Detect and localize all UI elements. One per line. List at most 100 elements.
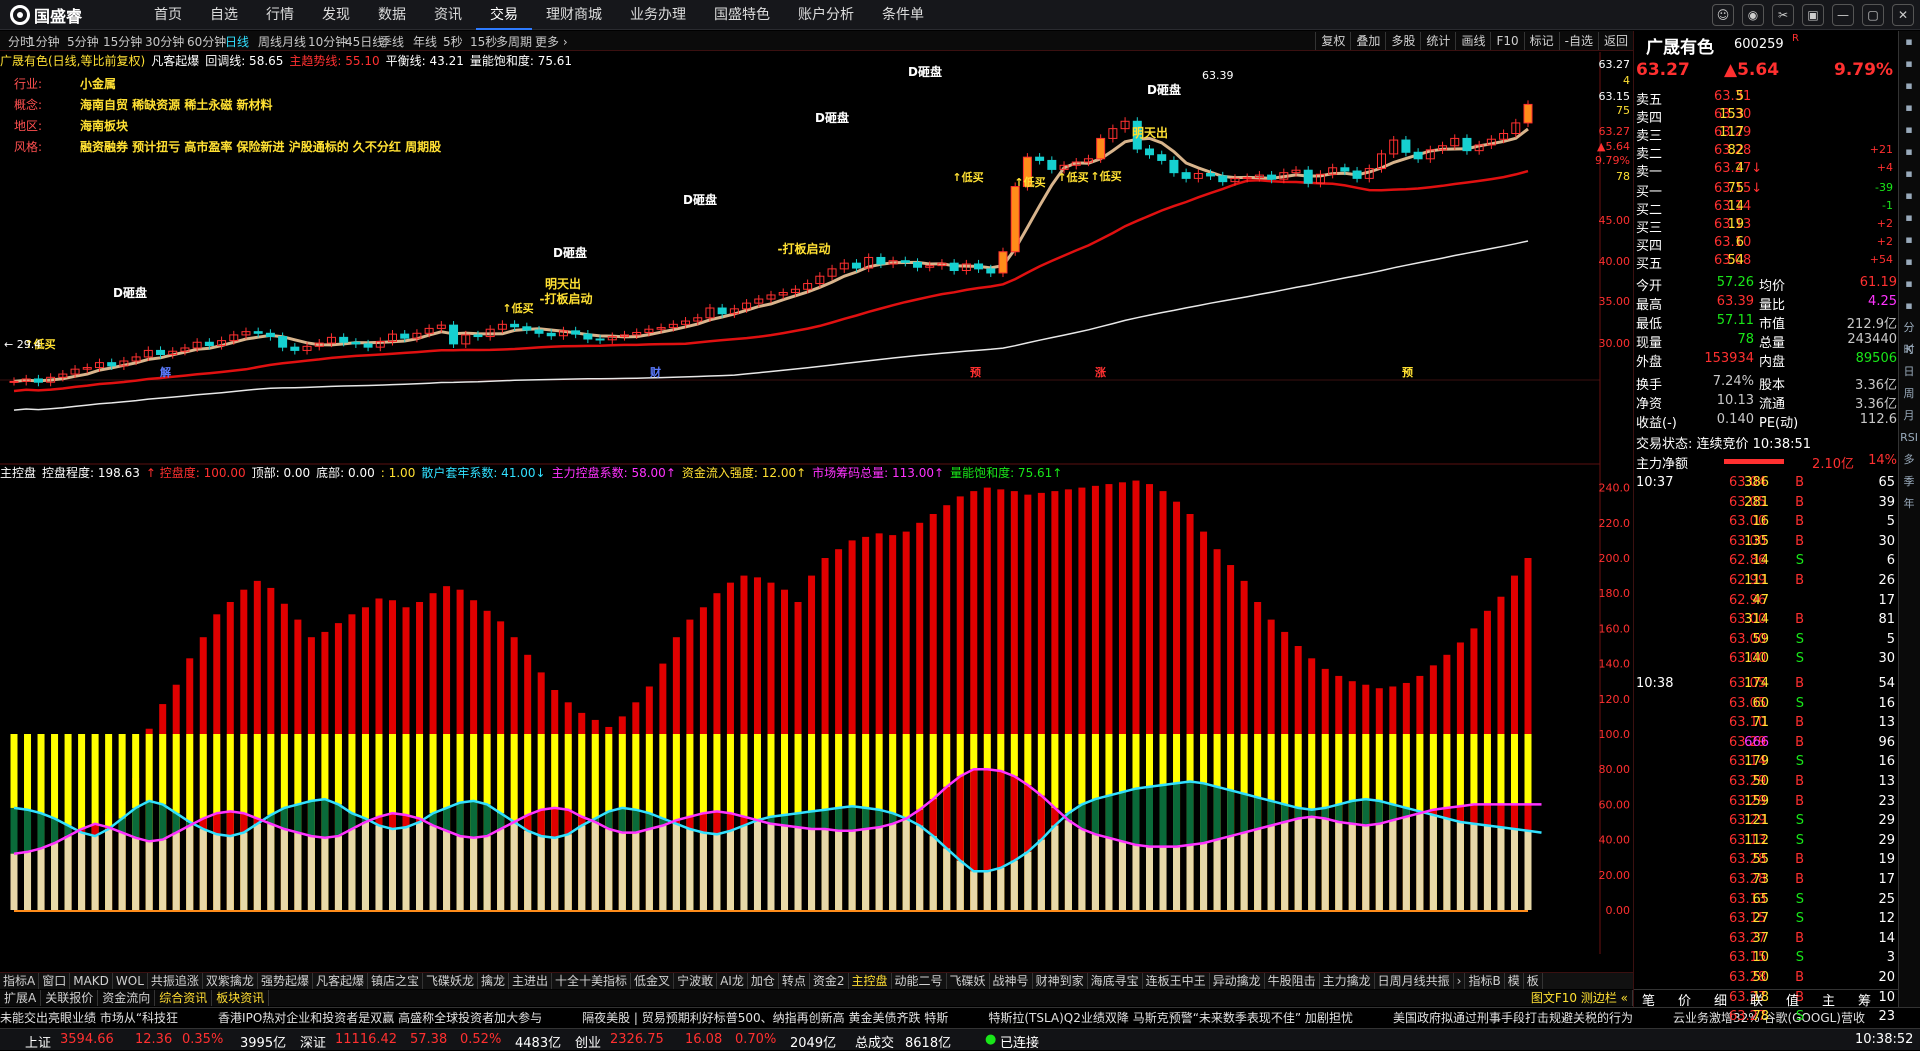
quote-tab[interactable]: 细: [1714, 990, 1727, 1009]
tool-8[interactable]: 返回: [1597, 32, 1633, 50]
indicator-tab[interactable]: 异动擒龙: [1210, 973, 1265, 989]
period-3[interactable]: 15分钟: [103, 33, 142, 50]
quote-tab[interactable]: 主: [1822, 990, 1835, 1009]
sidebar-icon[interactable]: ▪: [1899, 53, 1919, 75]
news-item[interactable]: 美国政府拟通过刑事手段打击规避关税的行为: [1393, 1011, 1633, 1025]
ask-row[interactable]: 卖二 63.28 82 +21: [1634, 143, 1899, 162]
kline-chart[interactable]: D砸盘D砸盘D砸盘D砸盘D砸盘D砸盘↑低买↑低买↑低买 ↑低买 ↑低买 ↑低买明天出明…: [0, 52, 1633, 954]
period-13[interactable]: 5秒: [443, 33, 463, 50]
indicator-tab[interactable]: 海底寻宝: [1088, 973, 1143, 989]
period-16[interactable]: 更多 ›: [535, 33, 568, 50]
indicator-tab[interactable]: 模: [1505, 973, 1524, 989]
indicator-tab[interactable]: 双紫擒龙: [203, 973, 258, 989]
period-4[interactable]: 30分钟: [145, 33, 184, 50]
indicator-tab[interactable]: 牛股阻击: [1265, 973, 1320, 989]
bid-row[interactable]: 买一 63.15↓ 75 -39: [1634, 181, 1899, 200]
sub-indicator-name[interactable]: 主控盘: [0, 466, 36, 480]
nav-9[interactable]: 国盛特色: [700, 0, 784, 30]
sidebar-item[interactable]: 季: [1899, 471, 1919, 493]
period-8[interactable]: 月线: [282, 33, 306, 50]
indicator-tab[interactable]: 指标B: [1465, 973, 1505, 989]
tool-0[interactable]: 复权: [1315, 32, 1350, 50]
sidebar-icon[interactable]: ▪: [1899, 273, 1919, 295]
sidebar-icon[interactable]: ▪: [1899, 97, 1919, 119]
indicator-tab[interactable]: 镇店之宝: [368, 973, 423, 989]
tool-6[interactable]: 标记: [1523, 32, 1559, 50]
message-icon[interactable]: ☺: [1712, 4, 1734, 26]
period-14[interactable]: 15秒: [470, 33, 497, 50]
indicator-tab[interactable]: 加仓: [748, 973, 779, 989]
indicator-tab[interactable]: 板: [1524, 973, 1543, 989]
event-marker[interactable]: 解: [160, 365, 171, 379]
indicator-tab[interactable]: 飞碟妖: [947, 973, 990, 989]
indicator-tab[interactable]: 动能二号: [892, 973, 947, 989]
kline-chart-area[interactable]: D砸盘 D砸盘 D砸盘 D砸盘 D砸盘 D砸盘 ↑低买 ↑低买 ↑低买 ↑低买 ↑低买 ↑低买 明天出明…: [0, 52, 1633, 954]
sidebar-item[interactable]: RSI: [1899, 427, 1919, 449]
indicator-tab[interactable]: 财神到家: [1033, 973, 1088, 989]
news-item[interactable]: 未能交出亮眼业绩 市场从“科技狂: [0, 1011, 178, 1025]
nav-6[interactable]: 交易: [476, 0, 532, 30]
sidebar-icon[interactable]: ▪: [1899, 141, 1919, 163]
bid-row[interactable]: 买五 63.08 54 +54: [1634, 253, 1899, 272]
indicator-tab[interactable]: 资金2: [810, 973, 849, 989]
sidebar-item[interactable]: K: [1899, 339, 1919, 361]
indicator-tab[interactable]: 窗口: [39, 973, 71, 989]
subtab[interactable]: 综合资讯: [155, 990, 213, 1006]
period-5[interactable]: 60分钟: [187, 33, 226, 50]
bid-row[interactable]: 买四 63.10 6 +2: [1634, 235, 1899, 254]
restore-icon[interactable]: ▢: [1862, 4, 1884, 26]
nav-7[interactable]: 理财商城: [532, 0, 616, 30]
tool-7[interactable]: -自选: [1558, 32, 1598, 50]
news-item[interactable]: 隔夜美股 | 贸易预期利好标普500、纳指再创新高 黄金美债齐跌 特斯: [582, 1011, 948, 1025]
indicator-tab[interactable]: 日周月线共振: [1375, 973, 1454, 989]
nav-11[interactable]: 条件单: [868, 0, 938, 30]
sidebar-icon[interactable]: ▪: [1899, 185, 1919, 207]
close-icon[interactable]: ✕: [1892, 4, 1914, 26]
sidebar-item[interactable]: 日: [1899, 361, 1919, 383]
indicator-tab[interactable]: 主力擒龙: [1320, 973, 1375, 989]
user-icon[interactable]: ◉: [1742, 4, 1764, 26]
nav-2[interactable]: 行情: [252, 0, 308, 30]
quote-tab[interactable]: 笔: [1642, 990, 1655, 1009]
indicator-tab[interactable]: AI龙: [717, 973, 748, 989]
period-7[interactable]: 周线: [258, 33, 282, 50]
sidebar-icon[interactable]: ▪: [1899, 163, 1919, 185]
sidebar-icon[interactable]: ▪: [1899, 207, 1919, 229]
skin-icon[interactable]: ▣: [1802, 4, 1824, 26]
nav-0[interactable]: 首页: [140, 0, 196, 30]
period-1[interactable]: 1分钟: [28, 33, 60, 50]
nav-4[interactable]: 数据: [364, 0, 420, 30]
subtab[interactable]: 关联报价: [41, 990, 99, 1006]
app-logo[interactable]: 国盛睿: [10, 4, 82, 26]
indicator-tab[interactable]: 十全十美指标: [552, 973, 632, 989]
quote-tab[interactable]: 联: [1750, 990, 1763, 1009]
tool-3[interactable]: 统计: [1420, 32, 1455, 50]
indicator-tab[interactable]: WOL: [113, 973, 148, 989]
news-item[interactable]: 特斯拉(TSLA)Q2业绩双降 马斯克预警“未来数季表现不佳” 加剧担忧: [988, 1011, 1353, 1025]
minimize-icon[interactable]: —: [1832, 4, 1854, 26]
indicator-tab[interactable]: 主进出: [509, 973, 553, 989]
news-ticker[interactable]: 未能交出亮眼业绩 市场从“科技狂 香港IPO热对企业和投资者是双赢 高盛称全球投资…: [0, 1007, 1920, 1027]
event-marker[interactable]: 预: [970, 365, 981, 379]
indicator-tab[interactable]: 强势起爆: [258, 973, 313, 989]
event-marker[interactable]: 预: [1402, 365, 1413, 379]
ask-row[interactable]: 卖四 63.30 153: [1634, 107, 1899, 126]
period-12[interactable]: 年线: [413, 33, 437, 50]
side-toggle[interactable]: 图文F10 测边栏 «: [1527, 990, 1633, 1006]
indicator-tab[interactable]: 主控盘: [849, 973, 892, 989]
tool-4[interactable]: 画线: [1455, 32, 1490, 50]
indicator-tab[interactable]: 指标A: [0, 973, 40, 989]
indicator-name[interactable]: 凡客起爆: [151, 54, 199, 68]
sidebar-item[interactable]: 周: [1899, 383, 1919, 405]
ask-row[interactable]: 卖三 63.29 117: [1634, 125, 1899, 144]
indicator-tab[interactable]: 飞碟妖龙: [423, 973, 478, 989]
sidebar-item[interactable]: 多: [1899, 449, 1919, 471]
bid-row[interactable]: 买三 63.13 19 +2: [1634, 217, 1899, 236]
tool-5[interactable]: F10: [1490, 32, 1523, 50]
tool-2[interactable]: 多股: [1385, 32, 1420, 50]
nav-10[interactable]: 账户分析: [784, 0, 868, 30]
indicator-tab[interactable]: 共振追涨: [148, 973, 203, 989]
nav-1[interactable]: 自选: [196, 0, 252, 30]
sidebar-icon[interactable]: ▪: [1899, 119, 1919, 141]
indicator-tab[interactable]: MAKD: [70, 973, 113, 989]
